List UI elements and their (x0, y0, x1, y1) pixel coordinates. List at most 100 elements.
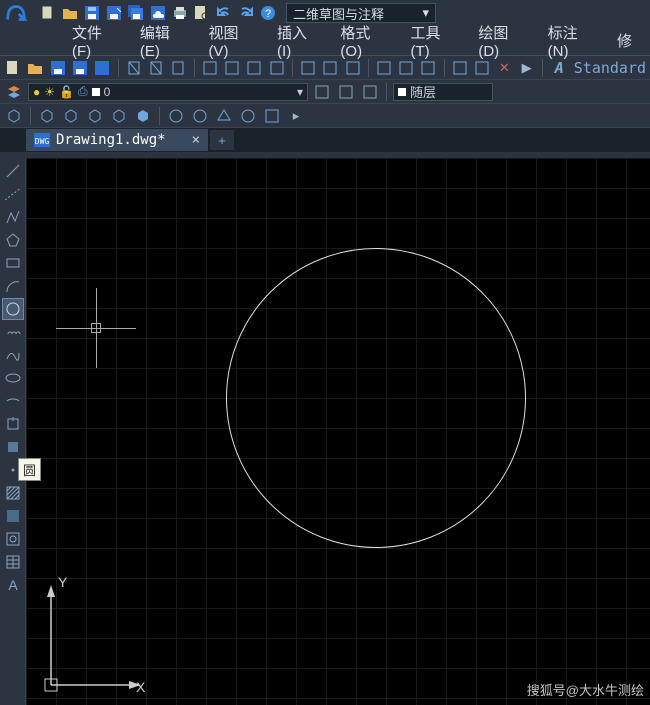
tb-save-icon[interactable] (49, 58, 67, 78)
ucs-x-label: X (136, 679, 146, 695)
separator (30, 107, 31, 125)
sun-icon: ☀ (44, 85, 55, 99)
tb-view1-icon[interactable] (299, 58, 317, 78)
toolbar-row-3: ▸ (0, 104, 650, 128)
tb-open-icon[interactable] (26, 58, 44, 78)
shape4-icon[interactable] (238, 106, 258, 126)
app-logo-icon (4, 1, 28, 25)
shape3-icon[interactable] (214, 106, 234, 126)
tb-view2-icon[interactable] (321, 58, 339, 78)
menu-modify[interactable]: 修 (605, 26, 644, 55)
watermark-text: 搜狐号@大水牛测绘 (527, 680, 644, 699)
new-tab-button[interactable]: + (210, 130, 234, 150)
rectangle-tool-icon[interactable] (2, 252, 24, 274)
cube3-icon[interactable] (61, 106, 81, 126)
tb-print3-icon[interactable] (169, 58, 187, 78)
layer-tool2-icon[interactable] (336, 82, 356, 102)
document-tab[interactable]: DWG Drawing1.dwg* × (26, 129, 208, 151)
lock-icon: 🔓 (59, 85, 74, 99)
tb-view7-icon[interactable] (451, 58, 469, 78)
drawing-canvas[interactable]: Y X 搜狐号@大水牛测绘 (26, 158, 650, 705)
bylayer-label: 随层 (410, 82, 436, 101)
construction-line-icon[interactable] (2, 183, 24, 205)
polyline-tool-icon[interactable] (2, 206, 24, 228)
ellipse-arc-icon[interactable] (2, 390, 24, 412)
revcloud-tool-icon[interactable] (2, 321, 24, 343)
hatch-tool-icon[interactable] (2, 482, 24, 504)
cube1-icon[interactable] (4, 106, 24, 126)
new-file-icon[interactable] (38, 3, 58, 23)
tb-layout4-icon[interactable] (267, 58, 285, 78)
tb-saveas-icon[interactable] (71, 58, 89, 78)
line-tool-icon[interactable] (2, 160, 24, 182)
text-style-glyph[interactable]: A (555, 59, 564, 77)
region-tool-icon[interactable] (2, 528, 24, 550)
tab-close-icon[interactable]: × (192, 132, 200, 148)
ucs-icon: Y X (36, 575, 146, 695)
tb-layout1-icon[interactable] (200, 58, 218, 78)
tb-layout2-icon[interactable] (223, 58, 241, 78)
layer-tool3-icon[interactable] (360, 82, 380, 102)
layer-name: 0 (104, 85, 111, 99)
tb-layout3-icon[interactable] (245, 58, 263, 78)
dwg-file-icon: DWG (34, 133, 50, 147)
layer-manager-icon[interactable] (4, 82, 24, 102)
cube5-icon[interactable] (109, 106, 129, 126)
ucs-y-label: Y (58, 575, 68, 590)
layer-tool1-icon[interactable] (312, 82, 332, 102)
tb-view6-icon[interactable] (419, 58, 437, 78)
drawn-circle[interactable] (226, 248, 526, 548)
text-style-current[interactable]: Standard (574, 59, 646, 77)
shape1-icon[interactable] (166, 106, 186, 126)
separator (444, 59, 445, 77)
color-bylayer-selector[interactable]: 随层 (393, 83, 493, 101)
ellipse-tool-icon[interactable] (2, 367, 24, 389)
separator (194, 59, 195, 77)
cube2-icon[interactable] (37, 106, 57, 126)
document-tab-label: Drawing1.dwg* (56, 132, 166, 148)
draw-toolbar: A (0, 158, 26, 705)
chevron-down-icon: ▾ (297, 85, 303, 99)
separator (292, 59, 293, 77)
circle-tool-icon[interactable] (2, 298, 24, 320)
shape2-icon[interactable] (190, 106, 210, 126)
make-block-icon[interactable] (2, 436, 24, 458)
tb-saveall-icon[interactable] (93, 58, 111, 78)
separator (542, 59, 543, 77)
tb-print2-icon[interactable] (147, 58, 165, 78)
arc-tool-icon[interactable] (2, 275, 24, 297)
tb-print1-icon[interactable] (125, 58, 143, 78)
table-tool-icon[interactable] (2, 551, 24, 573)
tb-view8-icon[interactable] (473, 58, 491, 78)
tb-close-icon[interactable]: ✕ (495, 58, 513, 78)
separator (159, 107, 160, 125)
plus-icon: + (218, 133, 226, 148)
gradient-tool-icon[interactable] (2, 505, 24, 527)
insert-block-icon[interactable] (2, 413, 24, 435)
cursor-crosshair (56, 288, 136, 368)
cube4-icon[interactable] (85, 106, 105, 126)
text-tool-icon[interactable]: A (2, 574, 24, 596)
lightbulb-icon: ● (33, 85, 40, 99)
tb-view3-icon[interactable] (343, 58, 361, 78)
color-swatch (398, 88, 406, 96)
toolbar-row-layer: ● ☀ 🔓 ⎙ 0 ▾ 随层 (0, 80, 650, 104)
shape5-icon[interactable] (262, 106, 282, 126)
svg-text:DWG: DWG (35, 137, 50, 146)
separator (386, 83, 387, 101)
cube6-icon[interactable] (133, 106, 153, 126)
spline-tool-icon[interactable] (2, 344, 24, 366)
tb-arrow-icon[interactable]: ▶ (518, 58, 536, 78)
print-layer-icon: ⎙ (78, 84, 88, 99)
polygon-tool-icon[interactable] (2, 229, 24, 251)
expand-icon[interactable]: ▸ (286, 106, 306, 126)
svg-text:A: A (8, 577, 18, 593)
layer-selector[interactable]: ● ☀ 🔓 ⎙ 0 ▾ (28, 83, 308, 101)
tb-new-icon[interactable] (4, 58, 22, 78)
tb-view4-icon[interactable] (375, 58, 393, 78)
tb-view5-icon[interactable] (397, 58, 415, 78)
document-tabbar: DWG Drawing1.dwg* × + (0, 128, 650, 152)
menu-dim[interactable]: 标注(N) (536, 18, 605, 64)
circle-tooltip: 圆 (18, 458, 41, 481)
menubar: 文件(F) 编辑(E) 视图(V) 插入(I) 格式(O) 工具(T) 绘图(D… (0, 26, 650, 56)
